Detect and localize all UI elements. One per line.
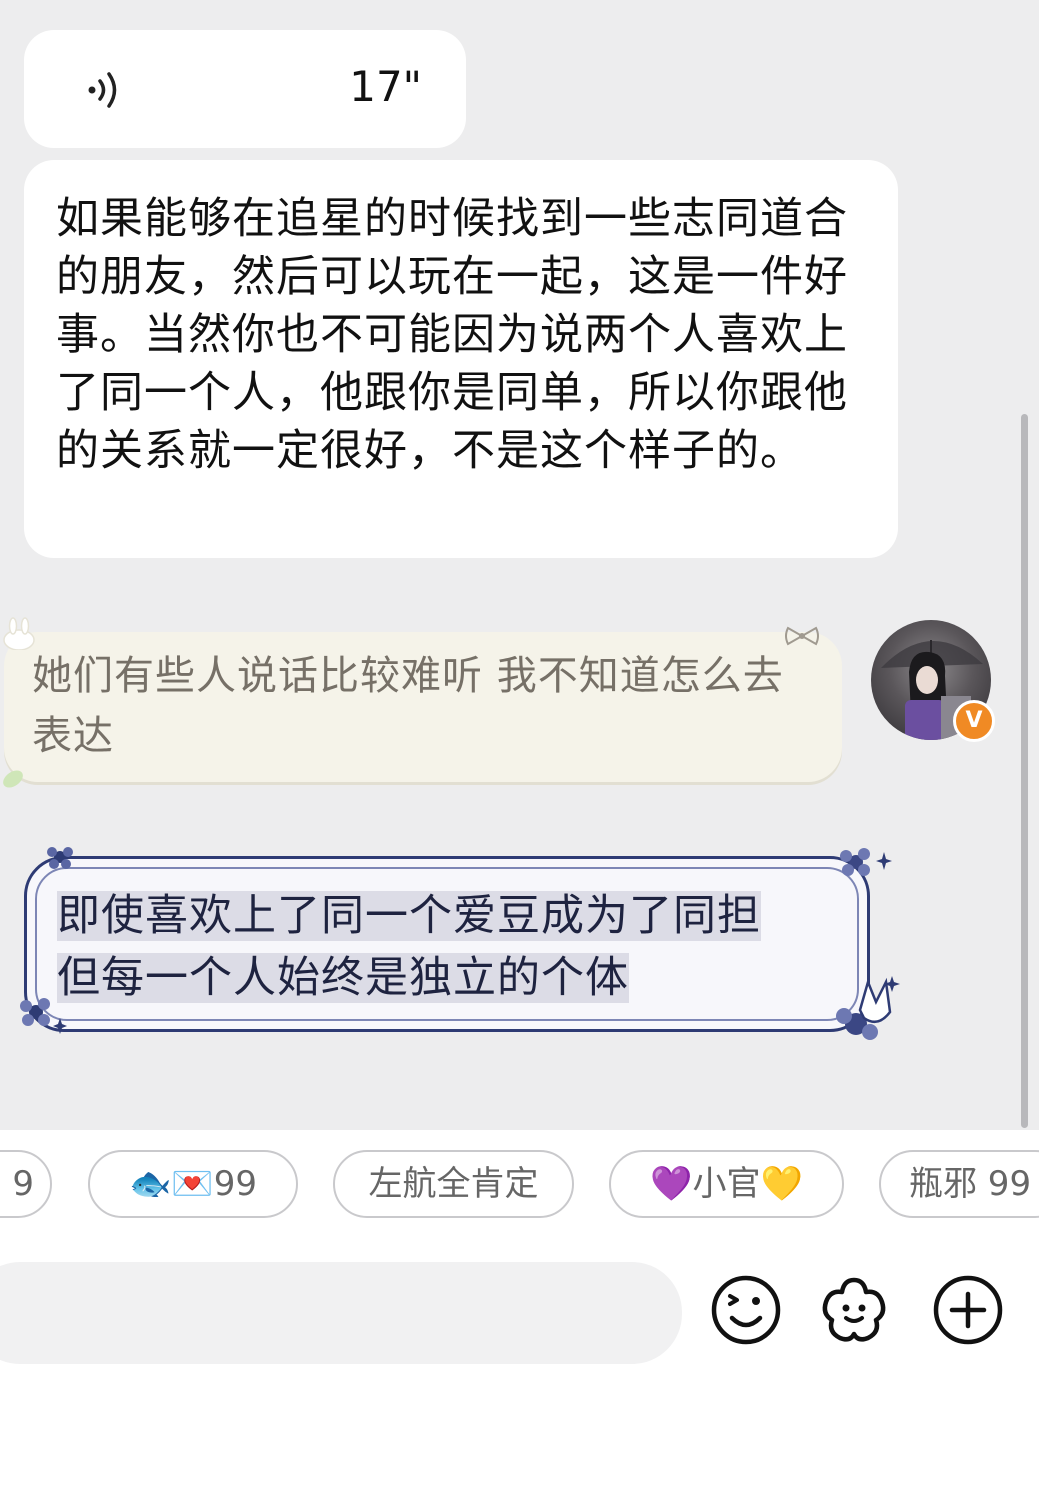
verified-v-badge: V — [953, 700, 995, 742]
quick-reply-chip[interactable]: 🐟💌99 — [88, 1150, 298, 1218]
quick-replies-row: 9 🐟💌99 左航全肯定 💜小官💛 瓶邪 99 — [0, 1130, 1039, 1236]
fox-mask-decoration-icon — [836, 976, 900, 1040]
message-text: 即使喜欢上了同一个爱豆成为了同担 但每一个人始终是独立的个体 — [57, 885, 835, 1009]
blue-flower-decoration-icon — [840, 848, 892, 876]
voice-wave-icon — [88, 72, 117, 108]
message-input[interactable] — [0, 1262, 682, 1364]
smiley-icon[interactable] — [710, 1274, 782, 1346]
own-message-bubble[interactable]: 她们有些人说话比较难听 我不知道怎么去表达 — [3, 617, 842, 788]
quick-reply-chip[interactable]: 瓶邪 99 — [879, 1150, 1039, 1218]
message-text: 如果能够在追星的时候找到一些志同道合的朋友，然后可以玩在一起，这是一件好事。当然… — [56, 194, 848, 476]
voice-message-bubble[interactable]: 17" — [24, 30, 466, 148]
quick-reply-chip[interactable]: 9 — [0, 1150, 52, 1218]
bunny-decoration-icon — [3, 617, 35, 650]
chat-area[interactable]: 17" 如果能够在追星的时候找到一些志同道合的朋友，然后可以玩在一起，这是一件好… — [0, 0, 1039, 1130]
message-text: 她们有些人说话比较难听 我不知道怎么去表达 — [32, 653, 784, 759]
text-message-bubble[interactable]: 如果能够在追星的时候找到一些志同道合的朋友，然后可以玩在一起，这是一件好事。当然… — [24, 160, 898, 558]
bow-decoration-icon — [785, 626, 819, 646]
blue-flower-decoration-icon — [47, 847, 73, 869]
blue-flower-decoration-icon — [20, 998, 67, 1034]
voice-duration: 17" — [349, 62, 422, 111]
input-bar — [0, 1236, 1039, 1489]
own-message-bubble-framed[interactable]: 即使喜欢上了同一个爱豆成为了同担 但每一个人始终是独立的个体 — [24, 856, 870, 1032]
scrollbar-thumb[interactable] — [1021, 414, 1028, 1128]
flower-sticker-icon[interactable] — [818, 1274, 890, 1346]
leaf-decoration-icon — [3, 770, 23, 788]
quick-reply-chip[interactable]: 💜小官💛 — [609, 1150, 844, 1218]
message-line-1: 即使喜欢上了同一个爱豆成为了同担 — [57, 891, 761, 941]
plus-icon[interactable] — [932, 1274, 1004, 1346]
message-line-2: 但每一个人始终是独立的个体 — [57, 953, 629, 1003]
quick-reply-chip[interactable]: 左航全肯定 — [333, 1150, 574, 1218]
